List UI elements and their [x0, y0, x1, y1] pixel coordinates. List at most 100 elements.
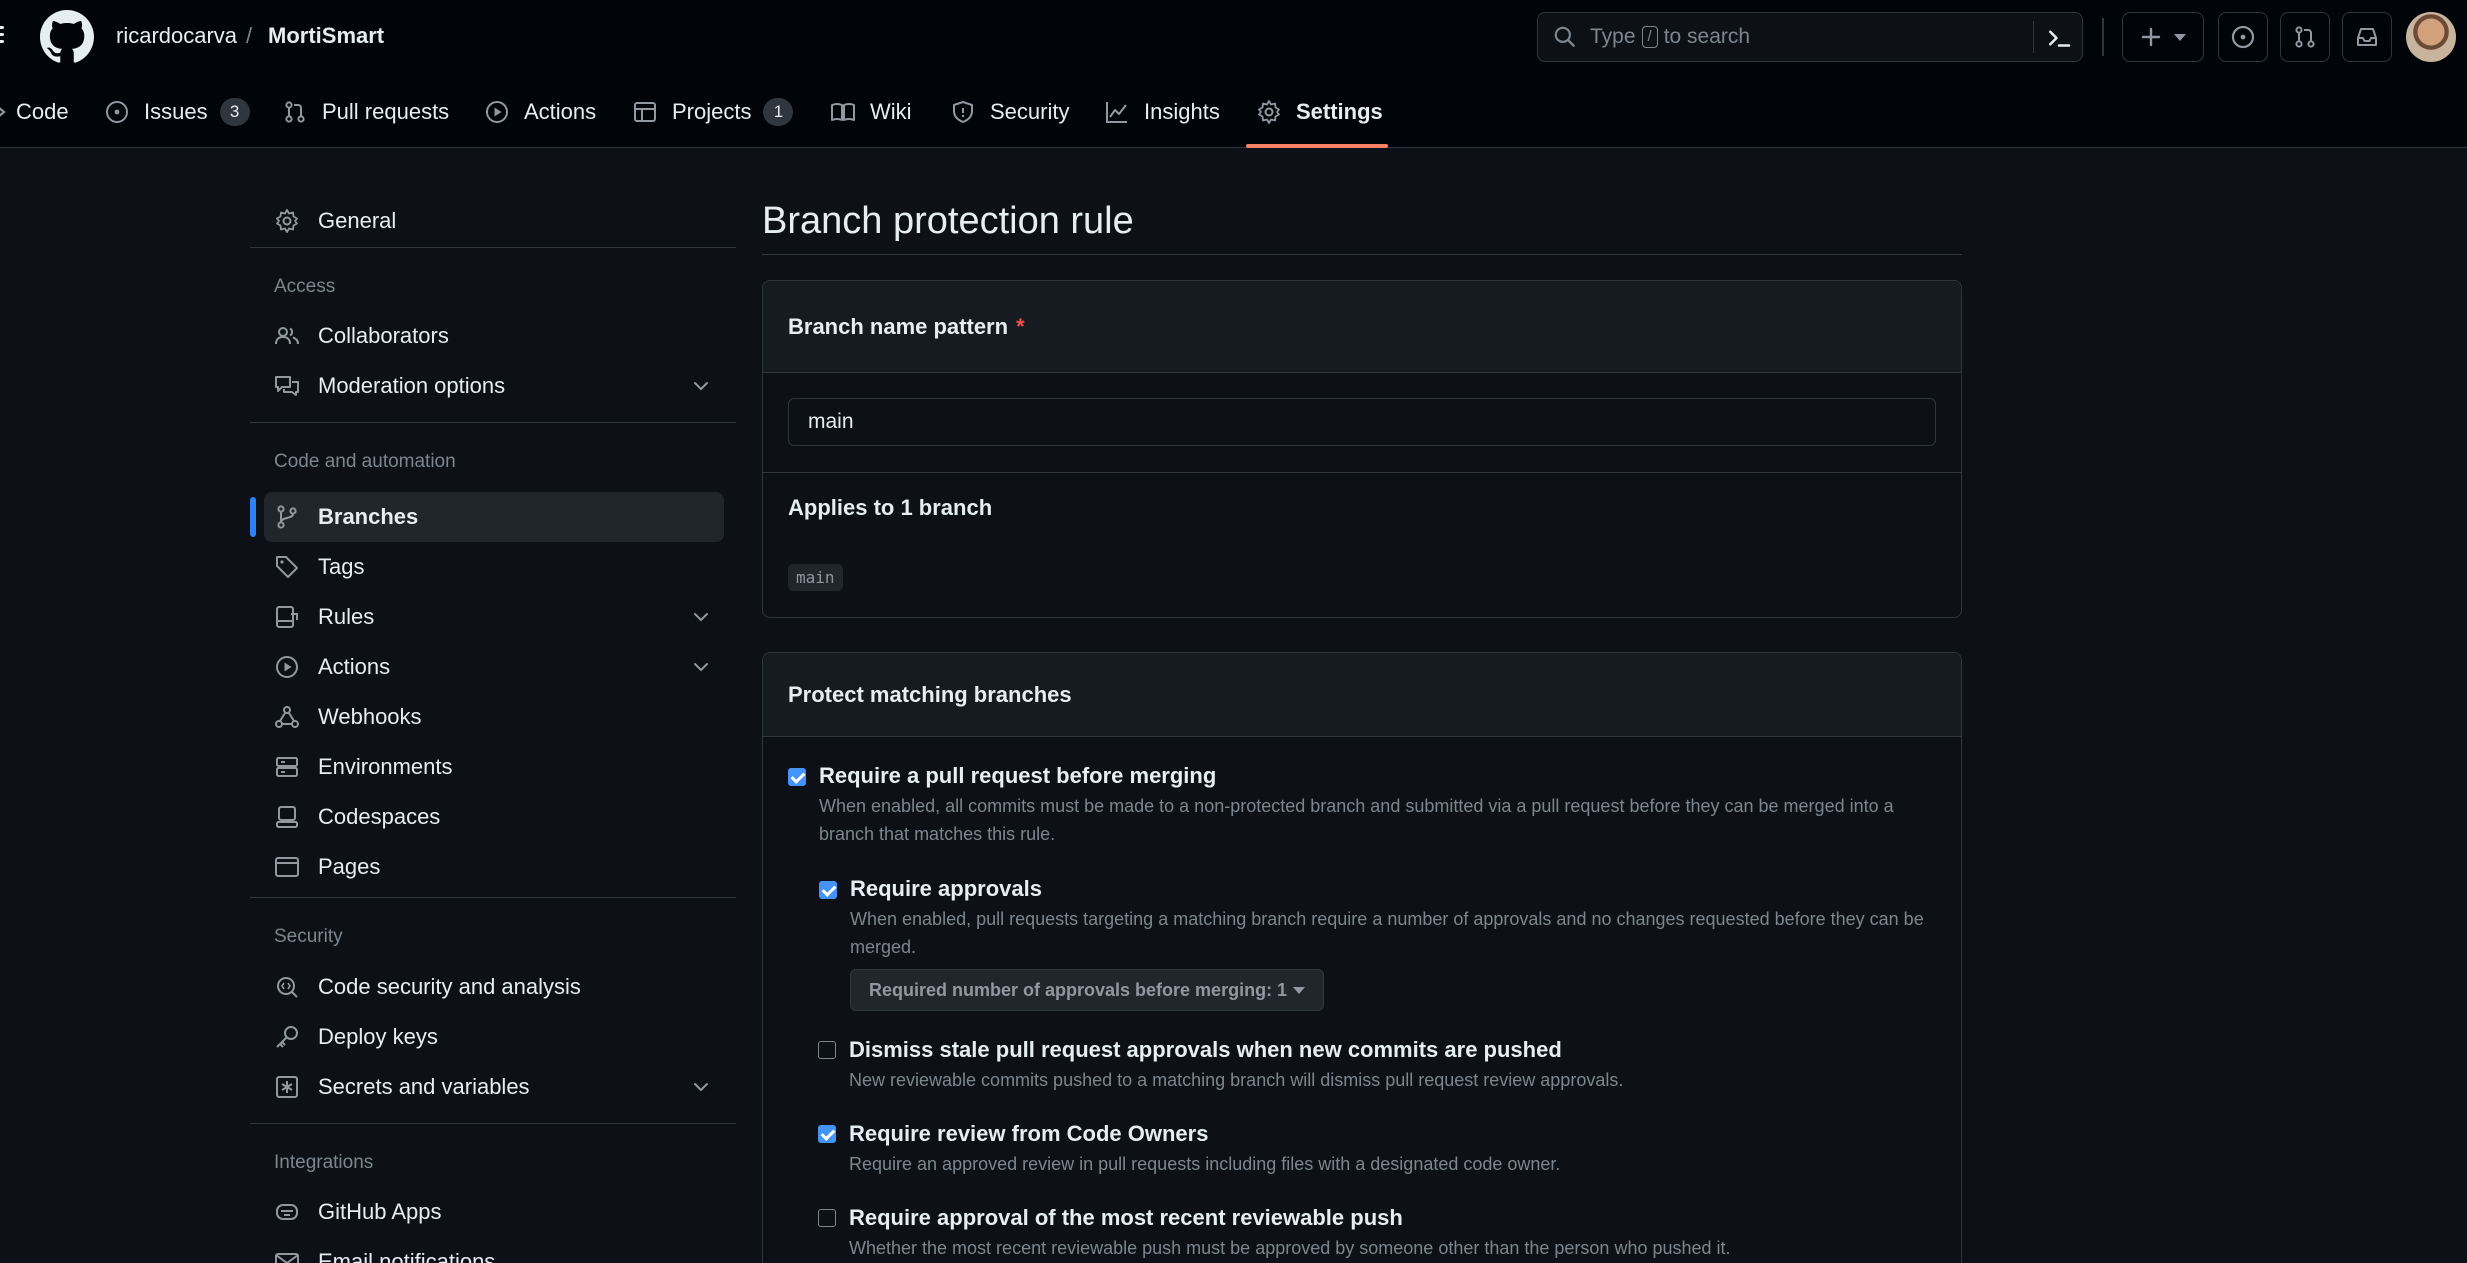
shield-icon — [953, 101, 973, 123]
require-pr-title: Require a pull request before merging — [819, 763, 1217, 788]
tab-label: Projects — [672, 99, 752, 124]
issues-shortcut-button[interactable] — [2218, 12, 2268, 62]
sidebar-item-codespaces[interactable]: Codespaces — [264, 792, 724, 842]
breadcrumb-repo[interactable]: MortiSmart — [268, 22, 384, 50]
header-divider — [2102, 18, 2104, 56]
people-icon — [275, 327, 299, 345]
sidebar-item-webhooks[interactable]: Webhooks — [264, 692, 724, 742]
github-logo-icon[interactable] — [40, 10, 94, 64]
tab-security[interactable]: Security — [950, 84, 1069, 140]
tab-projects[interactable]: Projects 1 — [632, 84, 794, 140]
issue-icon — [106, 101, 128, 123]
sidebar-item-deploy-keys[interactable]: Deploy keys — [264, 1012, 724, 1062]
sidebar-item-label: General — [318, 208, 397, 233]
sidebar-item-label: Deploy keys — [318, 1024, 438, 1049]
tab-wiki[interactable]: Wiki — [830, 84, 912, 140]
browser-icon — [275, 857, 299, 877]
sidebar-item-label: Collaborators — [318, 323, 449, 348]
app-header: ricardocarva / MortiSmart Type / to sear… — [0, 0, 2467, 148]
search-divider — [2033, 21, 2034, 53]
require-pr-checkbox[interactable] — [788, 768, 806, 786]
tag-icon — [276, 556, 298, 578]
tab-label: Actions — [524, 99, 597, 124]
top-bar: ricardocarva / MortiSmart Type / to sear… — [0, 0, 2467, 74]
sidebar-item-label: Rules — [318, 604, 375, 629]
tab-actions[interactable]: Actions — [484, 84, 596, 140]
sidebar-item-collaborators[interactable]: Collaborators — [264, 311, 724, 361]
search-placeholder: Type / to search — [1590, 25, 1750, 49]
create-new-button[interactable] — [2122, 12, 2204, 62]
key-asterisk-icon — [276, 1076, 298, 1098]
sidebar-item-github-apps[interactable]: GitHub Apps — [264, 1187, 724, 1237]
sidebar-divider — [250, 1123, 736, 1124]
sidebar-item-label: Moderation options — [318, 373, 506, 398]
sidebar-item-tags[interactable]: Tags — [264, 542, 724, 592]
tab-label: Insights — [1144, 99, 1220, 124]
branch-name-pattern-input[interactable]: main — [788, 398, 1936, 446]
sidebar-item-label: Secrets and variables — [318, 1074, 530, 1099]
webhook-icon — [275, 706, 299, 728]
codescan-icon — [277, 977, 298, 998]
active-item-marker — [250, 497, 256, 537]
sidebar-item-general[interactable]: General — [264, 196, 724, 246]
sidebar-section-integrations: Integrations — [274, 1152, 374, 1173]
sidebar-section-code-automation: Code and automation — [274, 451, 456, 472]
sidebar-item-label: Code security and analysis — [318, 974, 581, 999]
branch-pattern-box: Branch name pattern * main Applies to 1 … — [762, 280, 1962, 618]
title-divider — [762, 254, 1962, 255]
sidebar-item-environments[interactable]: Environments — [264, 742, 724, 792]
recent-push-title: Require approval of the most recent revi… — [849, 1205, 1403, 1230]
tab-insights[interactable]: Insights — [1104, 84, 1220, 140]
tab-issues[interactable]: Issues 3 — [104, 84, 250, 140]
tab-settings[interactable]: Settings — [1256, 84, 1383, 140]
sidebar-item-label: Pages — [318, 854, 381, 879]
pull-request-icon — [285, 101, 305, 123]
sidebar-item-branches[interactable]: Branches — [264, 492, 724, 542]
breadcrumb-separator: / — [246, 23, 253, 48]
code-owners-title: Require review from Code Owners — [849, 1121, 1209, 1146]
gear-icon — [1258, 100, 1280, 124]
sidebar-item-pages[interactable]: Pages — [264, 842, 724, 892]
table-icon — [634, 102, 656, 122]
tab-pull-requests[interactable]: Pull requests — [282, 84, 449, 140]
sidebar-item-rules[interactable]: Rules — [264, 592, 724, 642]
hamburger-menu-icon[interactable] — [0, 22, 8, 50]
sidebar-item-label: GitHub Apps — [318, 1199, 442, 1224]
sidebar-item-label: Codespaces — [318, 804, 441, 829]
required-approvals-select[interactable]: Required number of approvals before merg… — [850, 969, 1325, 1011]
code-icon — [0, 107, 6, 117]
chevron-down-icon — [694, 1083, 708, 1092]
comment-discussion-icon — [275, 376, 299, 396]
dismiss-stale-checkbox-box[interactable] — [818, 1041, 836, 1059]
sidebar-item-email-notifications[interactable]: Email notifications — [264, 1237, 724, 1263]
sidebar-item-actions[interactable]: Actions — [264, 642, 724, 692]
sidebar-divider — [250, 897, 736, 898]
repo-tabs: Code Issues 3 Pull requests Actions Proj… — [0, 84, 2467, 148]
sidebar-item-moderation[interactable]: Moderation options — [264, 361, 724, 411]
sidebar-divider — [250, 247, 736, 248]
search-suffix: to search — [1663, 25, 1751, 48]
command-palette-icon[interactable] — [2044, 23, 2074, 53]
chevron-down-icon — [694, 613, 708, 622]
gear-icon — [276, 209, 298, 233]
require-approvals-checkbox[interactable] — [819, 881, 837, 899]
sidebar-item-label: Branches — [318, 504, 419, 529]
tab-code[interactable]: Code — [0, 84, 69, 140]
tab-label: Security — [990, 99, 1070, 124]
chevron-down-icon — [694, 663, 708, 672]
breadcrumb-owner[interactable]: ricardocarva — [116, 22, 237, 50]
sidebar-item-label: Actions — [318, 654, 391, 679]
box-divider — [763, 472, 1961, 473]
pull-requests-shortcut-button[interactable] — [2280, 12, 2330, 62]
sidebar-section-security: Security — [274, 926, 343, 947]
recent-push-checkbox[interactable] — [818, 1209, 836, 1227]
search-input[interactable]: Type / to search — [1537, 12, 2083, 62]
user-avatar[interactable] — [2406, 12, 2456, 62]
sidebar-item-secrets[interactable]: Secrets and variables — [264, 1062, 724, 1112]
sidebar-item-code-security[interactable]: Code security and analysis — [264, 962, 724, 1012]
code-owners-checkbox[interactable] — [818, 1125, 836, 1143]
projects-count-badge: 1 — [763, 98, 794, 126]
inbox-button[interactable] — [2342, 12, 2392, 62]
active-tab-indicator — [1246, 144, 1388, 148]
tab-label: Pull requests — [322, 99, 450, 124]
